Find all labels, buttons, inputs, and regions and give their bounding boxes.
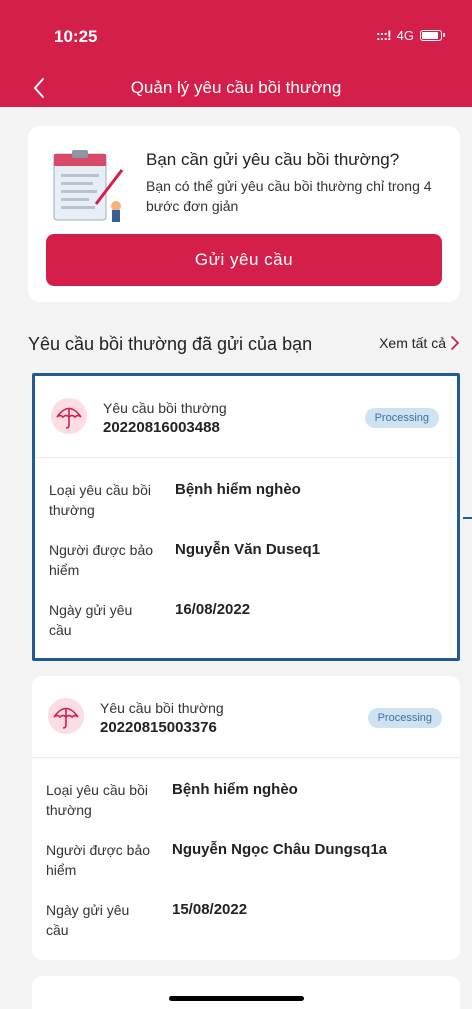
- claim-card-header: Yêu cầu bồi thường 20220815003376 Proces…: [32, 676, 460, 758]
- signal-bars-icon: :::!: [376, 27, 392, 43]
- clipboard-illustration-icon: [53, 150, 124, 222]
- claim-row-value: Nguyễn Văn Duseq1: [175, 541, 321, 558]
- claim-row-key: Loại yêu cầu bồi thường: [46, 782, 148, 818]
- status-time: 10:25: [54, 27, 98, 46]
- app-header: 10:25 :::! 4G Quản lý yêu cầu bồi thường: [0, 0, 472, 107]
- network-label: 4G: [396, 27, 414, 43]
- section-title: Yêu cầu bồi thường đã gửi của bạn: [28, 334, 313, 354]
- chevron-right-icon: [451, 336, 459, 350]
- battery-icon: [420, 29, 445, 41]
- claim-card-peek: [32, 976, 460, 1009]
- claim-row-key: Người được bảo hiểm: [46, 842, 151, 878]
- status-badge: Processing: [364, 408, 439, 428]
- umbrella-icon: [51, 398, 87, 434]
- intro-description: Bạn có thể gửi yêu cầu bồi thường chỉ tr…: [146, 178, 432, 214]
- send-request-button[interactable]: Gửi yêu cầu: [46, 234, 442, 286]
- umbrella-icon: [48, 698, 84, 734]
- home-indicator[interactable]: [169, 996, 304, 1001]
- claim-card-header: Yêu cầu bồi thường 20220816003488 Proces…: [35, 376, 457, 458]
- claim-row-key: Người được bảo hiểm: [49, 542, 154, 578]
- claim-row-value: Bệnh hiểm nghèo: [172, 781, 298, 798]
- intro-card: Bạn cần gửi yêu cầu bồi thường? Bạn có t…: [28, 126, 460, 302]
- see-all-label: Xem tất cả: [379, 335, 446, 351]
- selection-connector: [463, 517, 472, 519]
- signal-indicator: :::! 4G: [376, 27, 445, 43]
- claim-label: Yêu cầu bồi thường: [103, 400, 227, 416]
- claim-row-key: Ngày gửi yêu cầu: [46, 902, 130, 938]
- status-badge: Processing: [367, 708, 442, 728]
- claim-row-value: 16/08/2022: [175, 601, 251, 618]
- claim-row-value: Bệnh hiểm nghèo: [175, 481, 301, 498]
- claim-id: 20220816003488: [103, 419, 220, 436]
- status-bar: 10:25 :::! 4G: [0, 0, 472, 60]
- intro-title: Bạn cần gửi yêu cầu bồi thường?: [146, 150, 400, 169]
- claim-row-value: Nguyễn Ngọc Châu Dungsq1a: [172, 841, 388, 858]
- claim-row-value: 15/08/2022: [172, 901, 248, 918]
- see-all-link[interactable]: Xem tất cả: [379, 335, 460, 351]
- claim-row-key: Loại yêu cầu bồi thường: [49, 482, 151, 518]
- claim-label: Yêu cầu bồi thường: [100, 700, 224, 716]
- claim-id: 20220815003376: [100, 719, 217, 736]
- claim-row-key: Ngày gửi yêu cầu: [49, 602, 133, 638]
- claim-card[interactable]: Yêu cầu bồi thường 20220816003488 Proces…: [32, 373, 460, 661]
- claim-card[interactable]: Yêu cầu bồi thường 20220815003376 Proces…: [32, 676, 460, 960]
- page-title: Quản lý yêu cầu bồi thường: [130, 78, 342, 97]
